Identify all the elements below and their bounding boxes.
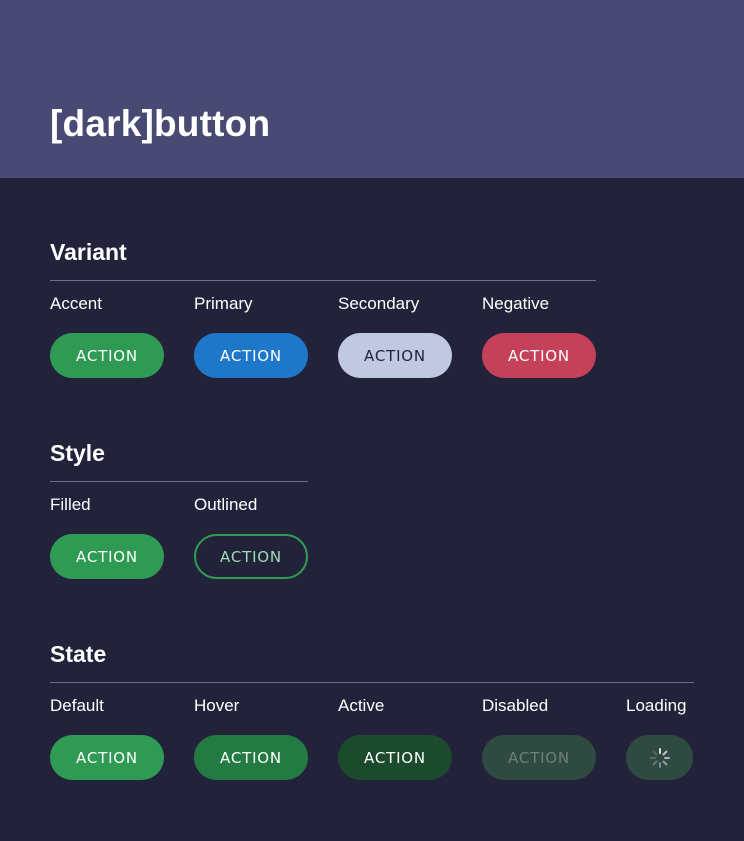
variant-primary: Primary ACTION xyxy=(194,281,308,378)
negative-action-button[interactable]: ACTION xyxy=(482,333,596,378)
style-section-title: Style xyxy=(50,440,105,466)
page-title: [dark]button xyxy=(50,103,271,144)
disabled-action-button: ACTION xyxy=(482,735,596,780)
state-default: Default ACTION xyxy=(50,683,164,780)
filled-action-button[interactable]: ACTION xyxy=(50,534,164,579)
style-outlined: Outlined ACTION xyxy=(194,482,308,579)
state-hover: Hover ACTION xyxy=(194,683,308,780)
primary-action-button[interactable]: ACTION xyxy=(194,333,308,378)
hover-action-button[interactable]: ACTION xyxy=(194,735,308,780)
variant-label: Primary xyxy=(194,294,253,313)
spinner-icon xyxy=(649,747,670,768)
style-section: Style Filled ACTION Outlined ACTION xyxy=(50,439,308,582)
state-label: Loading xyxy=(626,696,687,715)
state-label: Active xyxy=(338,696,385,715)
loading-action-button[interactable] xyxy=(626,735,693,780)
variant-negative: Negative ACTION xyxy=(482,281,596,378)
variant-section-title: Variant xyxy=(50,239,127,265)
variant-label: Negative xyxy=(482,294,550,313)
state-section: State Default ACTION Hover ACTION Active… xyxy=(50,640,694,783)
state-active: Active ACTION xyxy=(338,683,452,780)
style-filled: Filled ACTION xyxy=(50,482,164,579)
style-label: Filled xyxy=(50,495,91,514)
state-disabled: Disabled ACTION xyxy=(482,683,596,780)
style-row: Filled ACTION Outlined ACTION xyxy=(50,482,308,582)
state-label: Hover xyxy=(194,696,240,715)
state-label: Disabled xyxy=(482,696,549,715)
default-action-button[interactable]: ACTION xyxy=(50,735,164,780)
state-loading: Loading xyxy=(626,683,693,780)
state-section-title: State xyxy=(50,641,107,667)
variant-accent: Accent ACTION xyxy=(50,281,164,378)
variant-label: Accent xyxy=(50,294,102,313)
variant-secondary: Secondary ACTION xyxy=(338,281,452,378)
variant-section: Variant Accent ACTION Primary ACTION Sec… xyxy=(50,238,596,381)
page-header: [dark]button xyxy=(0,0,744,178)
accent-action-button[interactable]: ACTION xyxy=(50,333,164,378)
variant-label: Secondary xyxy=(338,294,420,313)
state-label: Default xyxy=(50,696,104,715)
secondary-action-button[interactable]: ACTION xyxy=(338,333,452,378)
state-row: Default ACTION Hover ACTION Active ACTIO… xyxy=(50,683,694,783)
variant-row: Accent ACTION Primary ACTION Secondary A… xyxy=(50,281,596,381)
outlined-action-button[interactable]: ACTION xyxy=(194,534,308,579)
style-label: Outlined xyxy=(194,495,258,514)
active-action-button[interactable]: ACTION xyxy=(338,735,452,780)
